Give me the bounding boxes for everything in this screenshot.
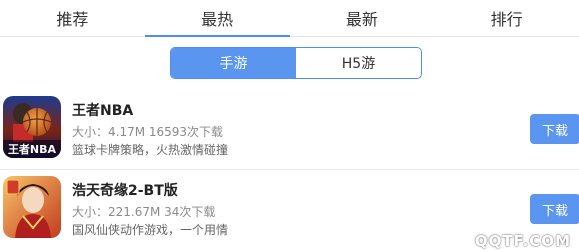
list-item[interactable]: 王者NBA 王者NBA 大小：4.17M 16593次下载 篮球卡牌策略，火热激… [0,92,579,170]
tab-ranking[interactable]: 排行 [434,0,579,36]
game-icon-haotian[interactable] [3,176,61,238]
tab-recommended[interactable]: 推荐 [0,0,145,36]
divider [0,169,579,170]
game-icon-nba[interactable]: 王者NBA [3,96,61,158]
watermark: QQTF.COM [474,232,571,250]
icon-logo-text: 王者NBA [8,142,57,156]
download-button[interactable]: 下载 [530,194,579,224]
download-button[interactable]: 下载 [530,114,579,144]
top-tabs: 推荐 最热 最新 排行 [0,0,579,37]
segment-mobile-games[interactable]: 手游 [171,48,296,78]
tab-hottest[interactable]: 最热 [144,0,290,37]
game-meta: 大小：221.67M 34次下载 [72,205,216,219]
game-description: 国风仙侠动作游戏，一个用情 [72,223,229,237]
tab-newest[interactable]: 最新 [290,0,435,36]
game-title[interactable]: 浩天奇缘2-BT版 [72,180,178,200]
segment-h5-games[interactable]: H5游 [296,48,421,78]
game-type-switch: 手游 H5游 [170,47,422,79]
game-title[interactable]: 王者NBA [72,100,133,120]
game-description: 篮球卡牌策略，火热激情碰撞 [72,143,229,157]
game-meta: 大小：4.17M 16593次下载 [72,125,224,139]
